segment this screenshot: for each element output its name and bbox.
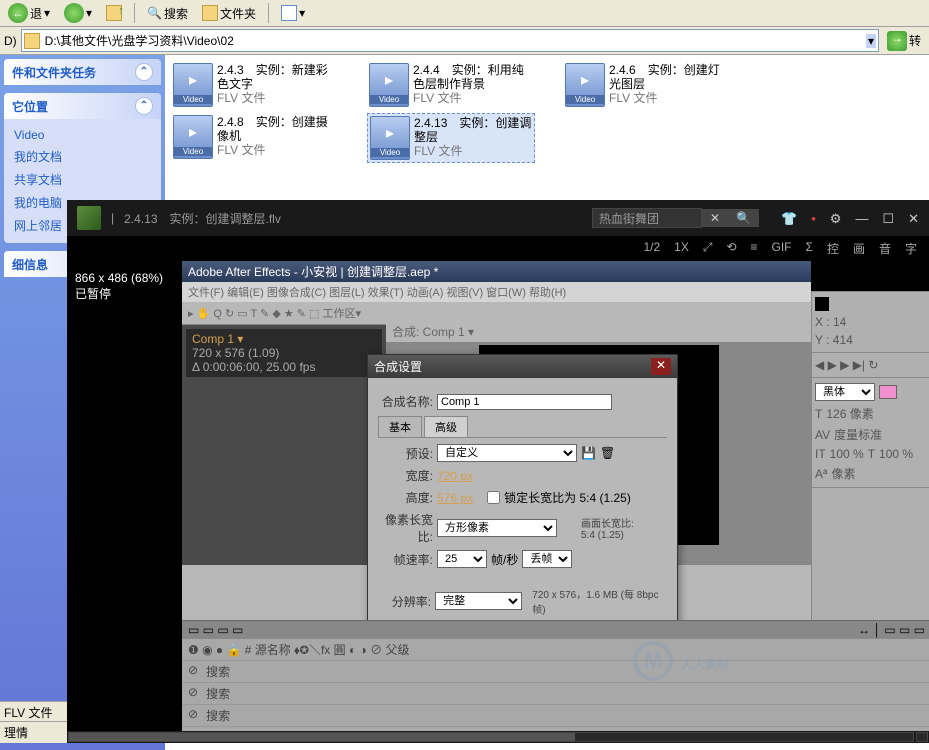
up-button[interactable]: ↑ (102, 4, 126, 22)
ae-timeline: ▭ ▭ ▭ ▭↔ │ ▭ ▭ ▭ ❶ ◉ ● 🔒 # 源名称 ⬧✪＼fx 圓 ◐… (182, 620, 929, 731)
video-file-icon (173, 115, 213, 159)
player-scrollbar[interactable] (67, 731, 929, 743)
player-title-text: 2.4.13 实例：创建调整层.flv (124, 210, 281, 227)
file-subtitle: FLV 文件 (413, 91, 533, 105)
file-item[interactable]: 2.4.3 实例：新建彩色文字 FLV 文件 (171, 61, 339, 109)
sidebar-link-video[interactable]: Video (14, 125, 151, 145)
save-preset-icon[interactable]: 💾 (581, 446, 596, 460)
back-button[interactable]: ←退 ▾ (4, 2, 54, 24)
comp-name-input[interactable] (437, 394, 612, 410)
player-logo-icon (77, 206, 101, 230)
file-subtitle: FLV 文件 (609, 91, 729, 105)
hud-item[interactable]: 控 (827, 240, 839, 257)
arrow-right-icon (64, 3, 84, 23)
record-icon[interactable]: • (811, 212, 816, 225)
drive-label: D) (4, 34, 17, 48)
par-select[interactable]: 方形像素 (437, 519, 557, 537)
view-grid-icon (281, 5, 297, 21)
ae-project-panel: Comp 1 ▾ 720 x 576 (1.09) Δ 0:00:06:00, … (182, 325, 386, 565)
hud-item[interactable]: 音 (879, 240, 891, 257)
hud-item[interactable]: ⟲ (726, 240, 736, 257)
player-search-button[interactable]: 🔍 (728, 209, 759, 227)
forward-button[interactable]: ▾ (60, 2, 96, 24)
file-title: 2.4.3 实例：新建彩色文字 (217, 63, 337, 91)
lock-aspect-checkbox[interactable] (487, 491, 500, 504)
video-file-icon (369, 63, 409, 107)
file-subtitle: FLV 文件 (414, 144, 532, 158)
arrow-left-icon: ← (8, 3, 28, 23)
address-bar: D) D:\其他文件\光盘学习资料\Video\02 ▾ →转 (0, 27, 929, 55)
video-file-icon (173, 63, 213, 107)
player-search-clear[interactable]: ✕ (702, 209, 728, 227)
gear-icon[interactable]: ⚙ (830, 212, 842, 225)
ae-titlebar: Adobe After Effects - 小安视 | 创建调整层.aep * (182, 261, 811, 282)
hud-item[interactable]: 1/2 (643, 240, 660, 257)
res-select[interactable]: 完整 (435, 592, 522, 610)
video-player: | 2.4.13 实例：创建调整层.flv ✕ 🔍 👕•⚙—☐✕ 1/21X⤢⟲… (67, 200, 929, 743)
status-prop: 理情 (0, 721, 67, 743)
hud-item[interactable]: 画 (853, 240, 865, 257)
chevron-up-icon[interactable]: ⌃ (135, 63, 153, 81)
folders-button[interactable]: 文件夹 (198, 4, 260, 23)
delete-preset-icon[interactable]: 🗑 (600, 446, 615, 460)
player-hud-row: 1/2 1X ⤢ ⟲ ≡ GIF Σ控画音字 (67, 236, 929, 261)
file-item[interactable]: 2.4.4 实例：利用纯色层制作背景 FLV 文件 (367, 61, 535, 109)
view-button[interactable]: ▾ (277, 4, 309, 22)
file-title: 2.4.4 实例：利用纯色层制作背景 (413, 63, 533, 91)
tasks-panel: 件和文件夹任务⌃ (4, 59, 161, 85)
sidebar-link-shared[interactable]: 共享文档 (14, 168, 151, 191)
dropdown-icon[interactable]: ▾ (866, 34, 876, 48)
height-value[interactable]: 576 px (437, 491, 473, 505)
folder-icon (202, 5, 218, 21)
hud-item[interactable]: 字 (905, 240, 917, 257)
file-item[interactable]: 2.4.8 实例：创建摄像机 FLV 文件 (171, 113, 339, 163)
file-title: 2.4.8 实例：创建摄像机 (217, 115, 337, 143)
hud-item[interactable]: 1X (674, 240, 689, 257)
file-subtitle: FLV 文件 (217, 143, 337, 157)
file-title: 2.4.6 实例：创建灯光图层 (609, 63, 729, 91)
ae-font-select[interactable]: 黑体 (815, 383, 875, 401)
hud-item[interactable]: ⤢ (703, 240, 713, 257)
hud-item[interactable]: Σ (806, 240, 813, 257)
video-file-icon (565, 63, 605, 107)
go-icon: → (887, 31, 907, 51)
ae-window: Adobe After Effects - 小安视 | 创建调整层.aep * … (182, 261, 811, 731)
ae-viewer-tab: 合成: Comp 1 ▾ (386, 321, 811, 343)
file-item[interactable]: 2.4.6 实例：创建灯光图层 FLV 文件 (563, 61, 731, 109)
minimize-button[interactable]: — (855, 212, 868, 225)
player-titlebar: | 2.4.13 实例：创建调整层.flv ✕ 🔍 👕•⚙—☐✕ (67, 200, 929, 236)
fps-select[interactable]: 25 (437, 550, 487, 568)
file-subtitle: FLV 文件 (217, 91, 337, 105)
tab-basic[interactable]: 基本 (378, 416, 422, 437)
player-video-area[interactable]: 866 x 486 (68%) 已暂停 Adobe After Effects … (67, 261, 929, 731)
shirt-icon[interactable]: 👕 (781, 212, 797, 225)
folder-up-icon: ↑ (106, 5, 122, 21)
color-swatch-icon[interactable] (879, 385, 897, 399)
search-icon: 🔍 (147, 6, 162, 20)
width-value[interactable]: 720 px (437, 469, 473, 483)
file-item[interactable]: 2.4.13 实例：创建调整层 FLV 文件 (367, 113, 535, 163)
go-button[interactable]: →转 (883, 30, 925, 52)
file-title: 2.4.13 实例：创建调整层 (414, 116, 532, 144)
sidebar-link-mydocs[interactable]: 我的文档 (14, 145, 151, 168)
ae-menubar: 文件(F) 编辑(E) 图像合成(C) 图层(L) 效果(T) 动画(A) 视图… (182, 282, 811, 302)
fps-drop-select[interactable]: 丢帧 (522, 550, 572, 568)
close-button[interactable]: ✕ (908, 212, 919, 225)
hud-item[interactable]: GIF (772, 240, 792, 257)
status-type: FLV 文件 (0, 701, 67, 723)
address-input[interactable]: D:\其他文件\光盘学习资料\Video\02 ▾ (21, 29, 879, 52)
player-search-input[interactable] (592, 208, 702, 228)
tab-advanced[interactable]: 高级 (424, 416, 468, 437)
search-button[interactable]: 🔍搜索 (143, 4, 192, 23)
chevron-up-icon[interactable]: ⌃ (135, 97, 153, 115)
dialog-close-button[interactable]: ✕ (651, 358, 671, 375)
preset-select[interactable]: 自定义 (437, 444, 577, 462)
maximize-button[interactable]: ☐ (882, 212, 894, 225)
hud-item[interactable]: ≡ (751, 240, 758, 257)
folder-icon (24, 33, 40, 49)
player-hud: 866 x 486 (68%) 已暂停 (75, 271, 163, 302)
video-file-icon (370, 116, 410, 160)
explorer-toolbar: ←退 ▾ ▾ ↑ 🔍搜索 文件夹 ▾ (0, 0, 929, 27)
